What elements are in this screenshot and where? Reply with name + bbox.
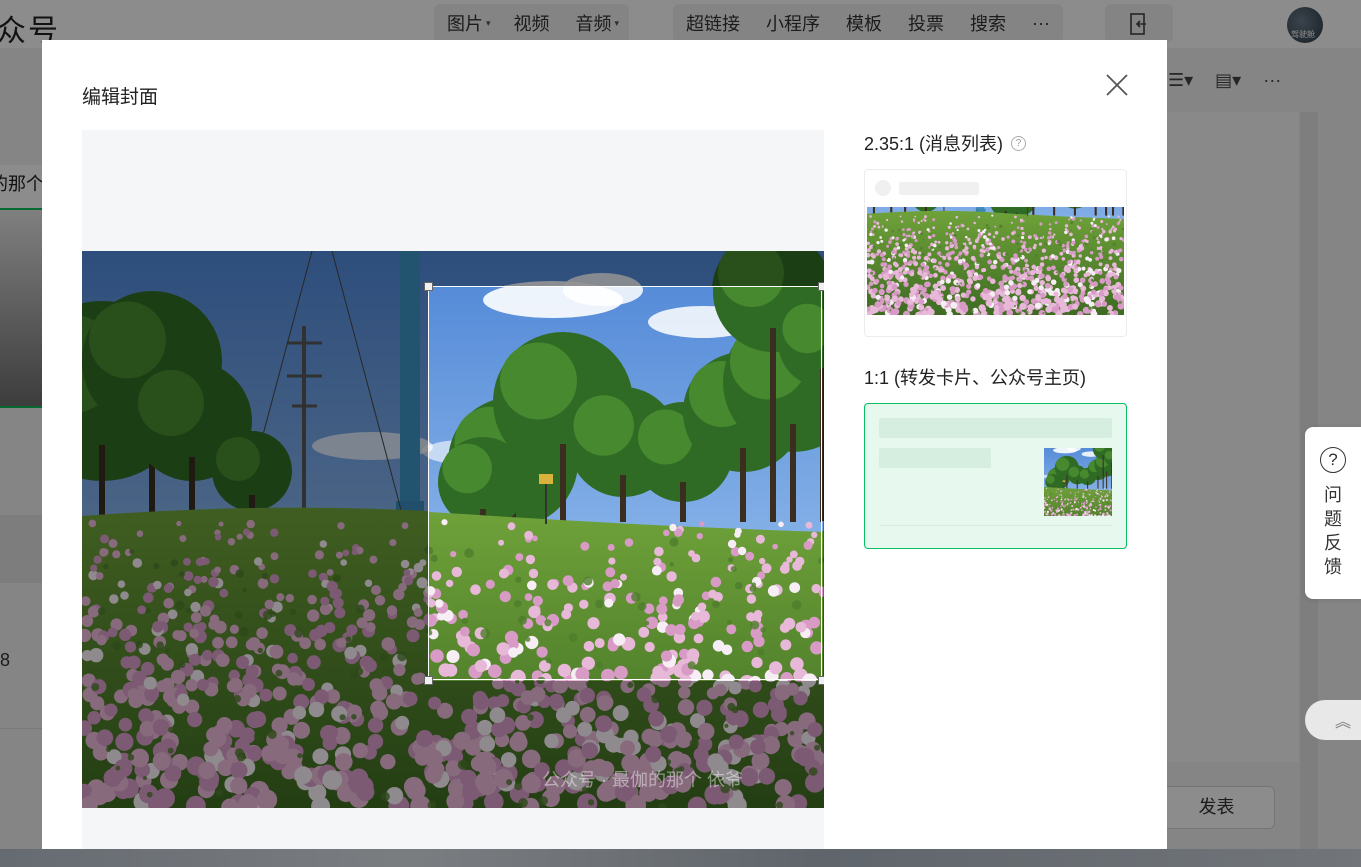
preview-square-label: 1:1 (转发卡片、公众号主页) bbox=[864, 364, 1127, 390]
help-circle-icon[interactable]: ? bbox=[1011, 135, 1027, 151]
crop-area: 公众号 · 最伽的那个 依爷 bbox=[82, 130, 824, 849]
cover-image: 公众号 · 最伽的那个 依爷 bbox=[82, 251, 824, 808]
placeholder-avatar bbox=[875, 180, 891, 196]
preview-wide-label: 2.35:1 (消息列表) ? bbox=[864, 130, 1127, 156]
preview-square-text: 1:1 (转发卡片、公众号主页) bbox=[864, 368, 1087, 388]
edit-cover-dialog: 编辑封面 公众号 · 最伽的那个 依爷 2.35:1 (消息列表) ? 1:1 … bbox=[42, 40, 1167, 849]
close-button[interactable] bbox=[1102, 70, 1132, 100]
crop-selection[interactable] bbox=[428, 286, 822, 680]
crop-handle-top-right[interactable] bbox=[818, 282, 824, 291]
placeholder-bar bbox=[879, 418, 1112, 438]
preview-wide-image bbox=[867, 207, 1124, 317]
placeholder-bar bbox=[879, 448, 991, 468]
question-icon: ? bbox=[1320, 447, 1346, 473]
crop-handle-top-left[interactable] bbox=[424, 282, 433, 291]
divider bbox=[879, 525, 1112, 526]
photo-scene bbox=[429, 287, 821, 679]
preview-wide-card[interactable] bbox=[864, 169, 1127, 337]
feedback-widget[interactable]: ? 问题反馈 bbox=[1305, 427, 1361, 599]
feedback-label: 问题反馈 bbox=[1324, 485, 1342, 577]
preview-wide-text: 2.35:1 (消息列表) bbox=[864, 134, 1004, 154]
crop-handle-bottom-left[interactable] bbox=[424, 676, 433, 685]
preview-column: 2.35:1 (消息列表) ? 1:1 (转发卡片、公众号主页) bbox=[864, 130, 1127, 549]
preview-square-card[interactable] bbox=[864, 403, 1127, 549]
back-to-top-button[interactable]: ︽ bbox=[1305, 700, 1361, 740]
crop-handle-bottom-right[interactable] bbox=[818, 676, 824, 685]
photo-scene bbox=[867, 207, 1124, 317]
photo-scene bbox=[1044, 448, 1112, 516]
placeholder-bar bbox=[899, 182, 979, 195]
preview-square-image bbox=[1044, 448, 1112, 516]
double-chevron-up-icon: ︽ bbox=[1335, 714, 1352, 731]
dialog-title: 编辑封面 bbox=[82, 87, 159, 108]
close-icon bbox=[1106, 74, 1128, 96]
image-watermark: 公众号 · 最伽的那个 依爷 bbox=[542, 770, 743, 790]
